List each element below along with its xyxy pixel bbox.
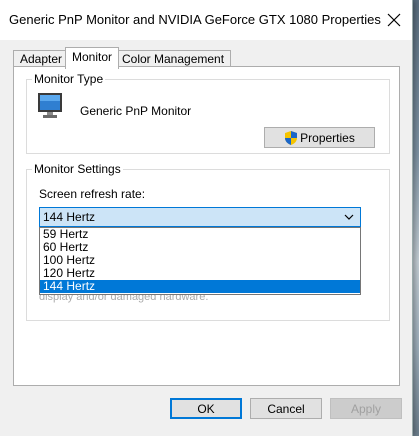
title-bar[interactable]: Generic PnP Monitor and NVIDIA GeForce G… — [0, 0, 412, 40]
properties-dialog: Generic PnP Monitor and NVIDIA GeForce G… — [0, 0, 412, 436]
cancel-button-label: Cancel — [267, 401, 305, 416]
tab-monitor-label: Monitor — [72, 50, 113, 64]
option-144-hertz[interactable]: 144 Hertz — [40, 280, 360, 293]
close-icon[interactable] — [386, 12, 402, 28]
tab-monitor[interactable]: Monitor — [65, 47, 120, 69]
refresh-rate-label: Screen refresh rate: — [39, 187, 146, 201]
refresh-rate-dropdown-list: 59 Hertz 60 Hertz 100 Hertz 120 Hertz 14… — [39, 227, 361, 295]
refresh-rate-select[interactable]: 144 Hertz — [39, 207, 361, 227]
monitor-type-group: Monitor Type Generic PnP Monitor Propert… — [26, 72, 390, 154]
ok-button[interactable]: OK — [170, 398, 242, 419]
properties-button-label: Properties — [300, 130, 355, 145]
refresh-rate-value: 144 Hertz — [43, 210, 96, 224]
chevron-down-icon — [344, 214, 354, 220]
apply-button-label: Apply — [350, 401, 382, 416]
cancel-button[interactable]: Cancel — [250, 398, 322, 419]
monitor-name: Generic PnP Monitor — [80, 104, 192, 118]
ok-button-label: OK — [197, 401, 215, 416]
window-title: Generic PnP Monitor and NVIDIA GeForce G… — [9, 12, 381, 27]
monitor-settings-heading: Monitor Settings — [32, 162, 123, 176]
monitor-icon — [38, 93, 62, 118]
apply-button[interactable]: Apply — [330, 398, 402, 419]
uac-shield-icon — [285, 130, 298, 145]
properties-button[interactable]: Properties — [264, 127, 375, 148]
option-59-hertz[interactable]: 59 Hertz — [40, 228, 360, 241]
monitor-tab-panel: Monitor Type Generic PnP Monitor Propert… — [13, 66, 400, 386]
monitor-type-heading: Monitor Type — [32, 72, 106, 86]
tab-color-management-label: Color Management — [122, 52, 225, 66]
tab-adapter-label: Adapter — [20, 52, 63, 66]
